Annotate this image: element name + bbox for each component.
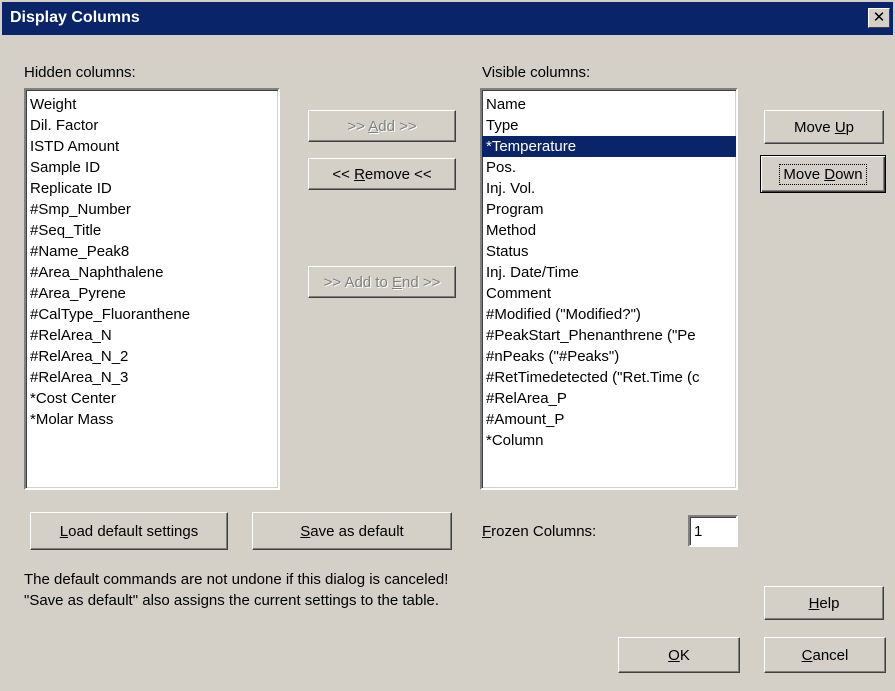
remove-button-label: << Remove << [332, 165, 432, 183]
ok-button-label: OK [668, 646, 690, 664]
close-icon: ✕ [872, 9, 886, 26]
add-to-end-button-label: >> Add to End >> [323, 273, 441, 291]
list-item[interactable]: Method [482, 220, 736, 241]
list-item[interactable]: #Name_Peak8 [26, 241, 278, 262]
list-item[interactable]: Inj. Vol. [482, 178, 736, 199]
list-item[interactable]: Dil. Factor [26, 115, 278, 136]
list-item[interactable]: #RelArea_P [482, 388, 736, 409]
move-up-button-label: Move Up [793, 118, 855, 136]
list-item[interactable]: *Temperature [482, 136, 736, 157]
close-button[interactable]: ✕ [868, 8, 890, 28]
list-item[interactable]: Replicate ID [26, 178, 278, 199]
list-item[interactable]: #PeakStart_Phenanthrene ("Pe [482, 325, 736, 346]
visible-columns-label: Visible columns: [482, 64, 591, 81]
list-item[interactable]: #Smp_Number [26, 199, 278, 220]
list-item[interactable]: Weight [26, 94, 278, 115]
help-button[interactable]: Help [764, 586, 884, 620]
title-bar: Display Columns ✕ [2, 2, 893, 35]
list-item[interactable]: Sample ID [26, 157, 278, 178]
list-item[interactable]: #Seq_Title [26, 220, 278, 241]
load-default-settings-button[interactable]: Load default settings [30, 512, 228, 550]
visible-columns-list[interactable]: Name Type *Temperature Pos. Inj. Vol. Program… [480, 88, 738, 490]
cancel-button[interactable]: Cancel [764, 637, 886, 673]
save-as-default-label: Save as default [300, 522, 404, 540]
add-to-end-button[interactable]: >> Add to End >> [308, 266, 456, 298]
list-item[interactable]: #CalType_Fluoranthene [26, 304, 278, 325]
cancel-button-label: Cancel [801, 646, 849, 664]
list-item[interactable]: #Amount_P [482, 409, 736, 430]
list-item[interactable]: #RelArea_N [26, 325, 278, 346]
hidden-columns-label: Hidden columns: [24, 64, 136, 81]
list-item[interactable]: Name [482, 94, 736, 115]
list-item[interactable]: Pos. [482, 157, 736, 178]
list-item[interactable]: Status [482, 241, 736, 262]
dialog-title: Display Columns [10, 9, 140, 26]
list-item[interactable]: ISTD Amount [26, 136, 278, 157]
move-down-button[interactable]: Move Down [760, 155, 886, 193]
note-line-2: "Save as default" also assigns the curre… [24, 592, 440, 609]
add-button[interactable]: >> Add >> [308, 110, 456, 142]
note-line-1: The default commands are not undone if t… [24, 571, 449, 588]
list-item[interactable]: Type [482, 115, 736, 136]
list-item[interactable]: #Area_Pyrene [26, 283, 278, 304]
move-down-button-label: Move Down [779, 163, 867, 185]
list-item[interactable]: #RetTimedetected ("Ret.Time (c [482, 367, 736, 388]
load-default-settings-label: Load default settings [59, 522, 199, 540]
frozen-columns-input[interactable] [688, 515, 738, 547]
list-item[interactable]: *Molar Mass [26, 409, 278, 430]
list-item[interactable]: Program [482, 199, 736, 220]
list-item[interactable]: #Area_Naphthalene [26, 262, 278, 283]
move-up-button[interactable]: Move Up [764, 110, 884, 144]
list-item[interactable]: #RelArea_N_3 [26, 367, 278, 388]
hidden-columns-list[interactable]: Weight Dil. Factor ISTD Amount Sample ID Rep… [24, 88, 280, 490]
add-button-label: >> Add >> [347, 117, 417, 135]
list-item[interactable]: #nPeaks ("#Peaks") [482, 346, 736, 367]
list-item[interactable]: Inj. Date/Time [482, 262, 736, 283]
help-button-label: Help [808, 594, 840, 612]
list-item[interactable]: *Column [482, 430, 736, 451]
remove-button[interactable]: << Remove << [308, 158, 456, 190]
ok-button[interactable]: OK [618, 637, 740, 673]
list-item[interactable]: *Cost Center [26, 388, 278, 409]
save-as-default-button[interactable]: Save as default [252, 512, 452, 550]
frozen-columns-label: Frozen Columns: [482, 523, 597, 540]
list-item[interactable]: #RelArea_N_2 [26, 346, 278, 367]
list-item[interactable]: #Modified ("Modified?") [482, 304, 736, 325]
list-item[interactable]: Comment [482, 283, 736, 304]
